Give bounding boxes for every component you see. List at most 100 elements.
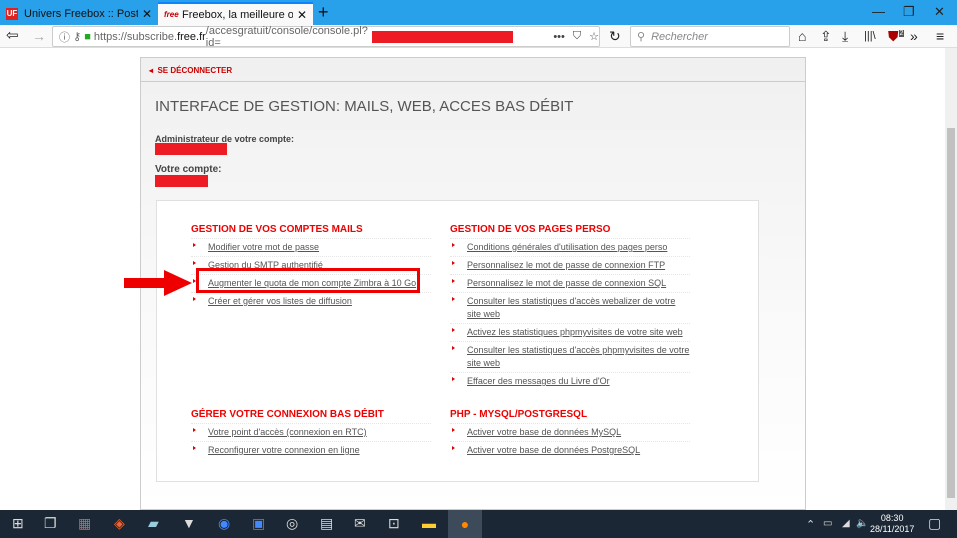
list-item: Modifier votre mot de passe <box>191 238 431 256</box>
back-icon[interactable]: ⇦ <box>6 26 19 44</box>
minimize-icon[interactable]: — <box>872 4 885 19</box>
section-title: PHP - MYSQL/POSTGRESQL <box>450 409 588 420</box>
tab-freebox[interactable]: freeFreebox, la meilleure offre ADSL ✕ <box>158 2 313 25</box>
list-item: Consulter les statistiques d'accès phpmy… <box>450 341 690 372</box>
windows-start-icon[interactable]: ⊞ <box>12 515 24 532</box>
tab-title: Freebox, la meilleure offre ADSL <box>182 8 293 21</box>
firefox-icon[interactable]: ● <box>448 510 482 538</box>
battery-icon[interactable]: ▭ <box>823 518 832 529</box>
url-prefix: https://subscribe. <box>93 30 178 43</box>
highlight-box <box>196 268 420 293</box>
list-item: Conditions générales d'utilisation des p… <box>450 238 690 256</box>
red-arrow-annotation <box>124 270 192 296</box>
more-icon[interactable]: ••• <box>553 31 565 43</box>
search-icon: ⚲ <box>637 31 646 43</box>
save-to-icon[interactable]: ⇪ <box>820 28 832 45</box>
section-title: GÉRER VOTRE CONNEXION BAS DÉBIT <box>191 409 384 420</box>
page-title: INTERFACE DE GESTION: MAILS, WEB, ACCES … <box>155 98 574 115</box>
pocket-icon[interactable]: ⛉ <box>573 30 581 43</box>
download-icon[interactable]: ⤓ <box>842 28 848 45</box>
link[interactable]: Activer votre base de données PostgreSQL <box>467 445 640 455</box>
list-item: Personnalisez le mot de passe de connexi… <box>450 274 690 292</box>
menu-icon[interactable]: ≡ <box>936 28 944 44</box>
section-pages-perso: GESTION DE VOS PAGES PERSO Conditions gé… <box>450 224 690 390</box>
section-title: GESTION DE VOS COMPTES MAILS <box>191 224 363 235</box>
close-tab-icon[interactable]: ✕ <box>142 7 152 21</box>
link[interactable]: Effacer des messages du Livre d'Or <box>467 376 610 386</box>
list-item: Créer et gérer vos listes de diffusion <box>191 292 431 310</box>
url-path: /accesgratuit/console/console.pl?id= <box>205 24 368 49</box>
wifi-icon[interactable]: ◢ <box>842 518 850 529</box>
link[interactable]: Créer et gérer vos listes de diffusion <box>208 296 352 306</box>
home-icon[interactable]: ⌂ <box>798 28 806 44</box>
link[interactable]: Personnalisez le mot de passe de connexi… <box>467 278 666 288</box>
scrollbar[interactable] <box>945 48 957 510</box>
notifications-icon[interactable]: ▢ <box>928 515 941 532</box>
tray-chevron-icon[interactable]: ⌃ <box>806 518 815 531</box>
link[interactable]: Activer votre base de données MySQL <box>467 427 621 437</box>
redacted-id <box>372 30 514 43</box>
close-tab-icon[interactable]: ✕ <box>297 8 307 22</box>
explorer-icon[interactable]: ▬ <box>422 515 436 531</box>
restore-icon[interactable]: ❐ <box>903 4 915 20</box>
tab-univers-freebox[interactable]: UF Univers Freebox :: Poster une ré ✕ <box>0 2 158 25</box>
facebook-icon[interactable]: ▣ <box>252 515 265 532</box>
new-tab-icon[interactable]: + <box>318 2 329 23</box>
app-icon[interactable]: ◈ <box>114 515 125 532</box>
redacted-admin <box>155 143 227 155</box>
services-panel: GESTION DE VOS COMPTES MAILS Modifier vo… <box>156 200 759 482</box>
time: 08:30 <box>880 513 904 523</box>
date: 28/11/2017 <box>870 524 915 534</box>
search-input[interactable]: ⚲ Rechercher <box>630 26 790 47</box>
clock[interactable]: 08:30 28/11/2017 <box>870 513 914 535</box>
url-domain: free.fr <box>177 30 206 43</box>
tab-title: Univers Freebox :: Poster une ré <box>24 7 138 20</box>
key-icon: ⚷ <box>73 31 82 43</box>
app-icon[interactable]: ◎ <box>286 515 298 532</box>
list-item: Votre point d'accès (connexion en RTC) <box>191 423 431 441</box>
link[interactable]: Modifier votre mot de passe <box>208 242 319 252</box>
list-item: Personnalisez le mot de passe de connexi… <box>450 256 690 274</box>
overflow-icon[interactable]: » <box>910 28 918 44</box>
clapper-icon[interactable]: ▤ <box>320 515 333 532</box>
url-bar[interactable]: ⓘ ⚷ ■ https://subscribe. free.fr/accesgra… <box>52 24 600 49</box>
link[interactable]: Conditions générales d'utilisation des p… <box>467 242 667 252</box>
link[interactable]: Votre point d'accès (connexion en RTC) <box>208 427 367 437</box>
link[interactable]: Consulter les statistiques d'accès webal… <box>467 296 675 319</box>
reload-icon[interactable]: ↻ <box>609 28 621 45</box>
info-icon[interactable]: ⓘ <box>59 29 70 45</box>
scrollbar-thumb[interactable] <box>947 128 955 498</box>
forward-icon[interactable]: → <box>32 28 46 44</box>
logout-link[interactable]: ◂ SE DÉCONNECTER <box>149 66 232 75</box>
link[interactable]: Personnalisez le mot de passe de connexi… <box>467 260 665 270</box>
list-item: Activez les statistiques phpmyvisites de… <box>450 323 690 341</box>
section-php-mysql: PHP - MYSQL/POSTGRESQL Activer votre bas… <box>450 409 690 459</box>
nav-bar: ⇦ → ⓘ ⚷ ■ https://subscribe. free.fr/acce… <box>0 24 957 49</box>
favicon-icon: free <box>164 9 179 19</box>
lock-icon: ■ <box>84 30 91 43</box>
messenger-icon[interactable]: ◉ <box>218 515 230 532</box>
app-icon[interactable]: ▦ <box>78 515 91 532</box>
top-bar <box>141 58 805 82</box>
ublock-icon[interactable]: ⛊2 <box>888 28 905 45</box>
list-item: Activer votre base de données MySQL <box>450 423 690 441</box>
favicon-icon: UF <box>6 7 18 20</box>
library-icon[interactable]: |||\ <box>864 30 876 42</box>
close-window-icon[interactable]: ✕ <box>934 4 945 20</box>
app-icon[interactable]: ▰ <box>148 515 159 532</box>
link[interactable]: Activez les statistiques phpmyvisites de… <box>467 327 683 337</box>
section-bas-debit: GÉRER VOTRE CONNEXION BAS DÉBIT Votre po… <box>191 409 431 459</box>
redacted-account <box>155 175 208 187</box>
link[interactable]: Reconfigurer votre connexion en ligne <box>208 445 360 455</box>
logout-label: SE DÉCONNECTER <box>157 66 233 75</box>
account-label: Votre compte: <box>155 164 222 175</box>
task-view-icon[interactable]: ❐ <box>44 515 57 532</box>
link[interactable]: Consulter les statistiques d'accès phpmy… <box>467 345 689 368</box>
taskbar: ⊞ ❐ ▦ ◈ ▰ ▼ ◉ ▣ ◎ ▤ ✉ ⊡ ▬ ● ⌃ ▭ ◢ 🔈 08:3… <box>0 510 957 538</box>
list-item: Consulter les statistiques d'accès webal… <box>450 292 690 323</box>
mail-icon[interactable]: ✉ <box>354 515 366 532</box>
app-icon[interactable]: ▼ <box>182 515 196 531</box>
bookmark-star-icon[interactable]: ☆ <box>589 30 599 43</box>
volume-icon[interactable]: 🔈 <box>856 518 868 529</box>
store-icon[interactable]: ⊡ <box>388 515 400 532</box>
